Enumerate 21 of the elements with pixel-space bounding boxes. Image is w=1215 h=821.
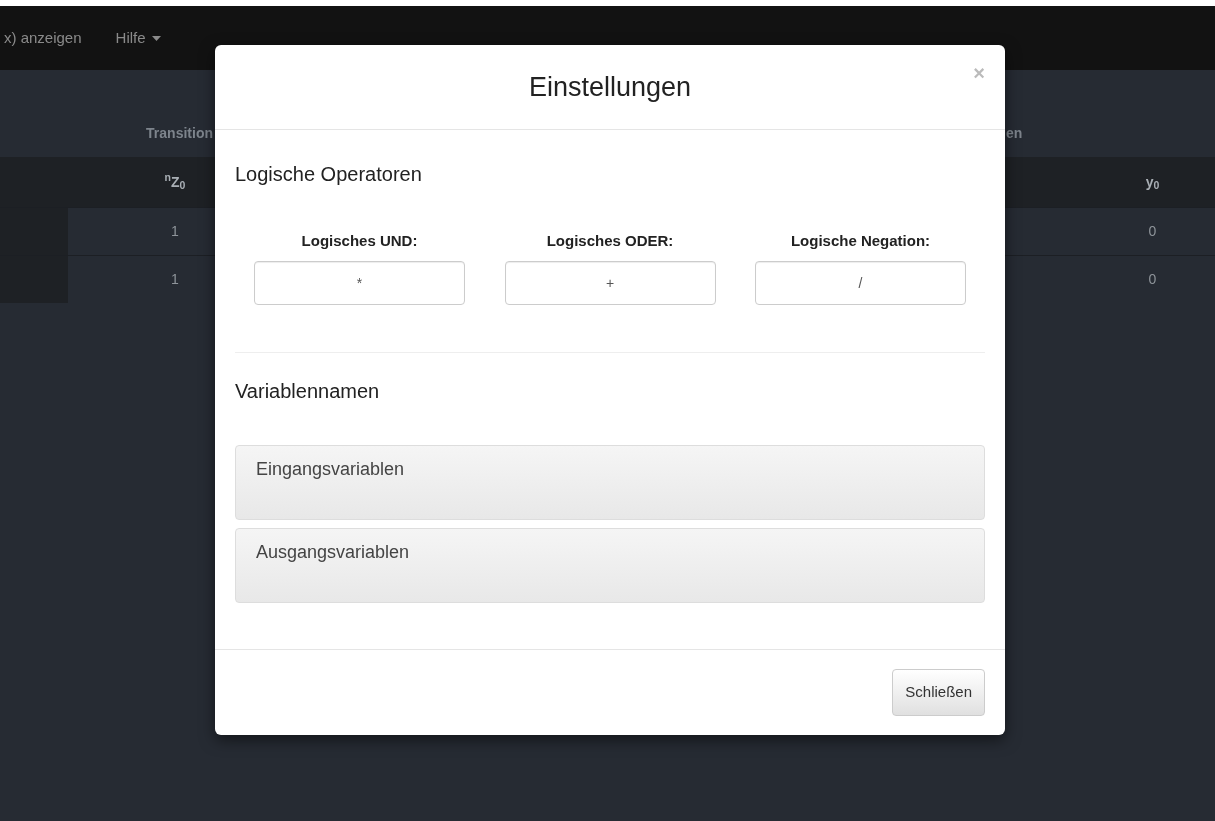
operator-field[interactable]: * — [254, 260, 465, 305]
table-cell-text: 0 — [1147, 222, 1158, 241]
table-cell-text: 0 — [1147, 270, 1158, 289]
field-label: Logisches UND: — [300, 231, 419, 251]
table-cell-text: 1 — [170, 222, 180, 241]
operator-field[interactable]: / — [755, 260, 966, 305]
column-header: y$_{0}$ — [1144, 172, 1161, 193]
section-heading: Logische Operatoren — [235, 162, 423, 186]
table-cell-text: 1 — [170, 270, 180, 289]
column-group-heading: Transition — [145, 124, 213, 143]
field-label: Logische Negation: — [789, 231, 932, 251]
accordion-panel[interactable]: Eingangsvariablen — [235, 444, 985, 520]
close-button[interactable]: Schließen — [892, 669, 985, 716]
dropdown-menu-link[interactable]: Hilfe — [115, 26, 161, 50]
field-label: Logisches ODER: — [545, 231, 675, 251]
operator-field[interactable]: + — [504, 260, 716, 305]
nav-link[interactable]: x) anzeigen — [4, 26, 82, 50]
dialog-title: Einstellungen — [528, 70, 692, 104]
section-heading: Variablennamen — [235, 378, 381, 403]
accordion-panel[interactable]: Ausgangsvariablen — [235, 527, 985, 603]
column-group-heading: en — [1006, 124, 1023, 143]
